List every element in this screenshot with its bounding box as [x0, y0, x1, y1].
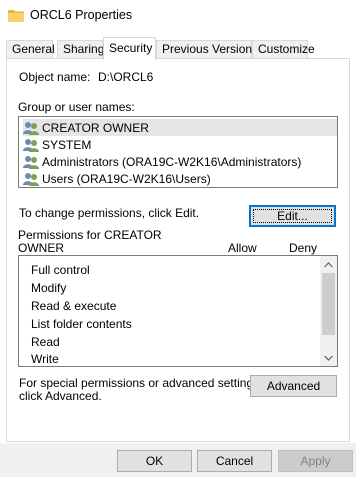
scroll-up-button[interactable]	[320, 256, 337, 273]
tab-customize[interactable]: Customize	[252, 40, 315, 59]
title-bar[interactable]: ORCL6 Properties	[0, 0, 356, 32]
list-item-creator-owner[interactable]: CREATOR OWNER	[23, 119, 337, 136]
object-name-label: Object name:	[19, 70, 91, 84]
user-group-icon	[23, 155, 39, 169]
object-name-value: D:\ORCL6	[98, 70, 154, 84]
permissions-list[interactable]: Full control Modify Read & execute List …	[18, 255, 338, 367]
permission-read-execute: Read & execute	[31, 299, 117, 313]
permission-modify: Modify	[31, 281, 67, 295]
group-name: Users (ORA19C-W2K16\Users)	[42, 171, 211, 186]
scroll-down-button[interactable]	[320, 349, 337, 366]
group-user-list[interactable]: CREATOR OWNER SYSTEM Administrators (ORA…	[18, 116, 338, 188]
folder-icon	[8, 10, 24, 22]
tab-previous-versions[interactable]: Previous Versions	[156, 40, 258, 59]
list-item-system[interactable]: SYSTEM	[23, 136, 91, 153]
window-title: ORCL6 Properties	[30, 8, 133, 22]
list-item-administrators[interactable]: Administrators (ORA19C-W2K16\Administrat…	[23, 153, 301, 170]
user-group-icon	[23, 121, 39, 135]
cancel-button[interactable]: Cancel	[197, 450, 272, 472]
tab-security[interactable]: Security	[103, 37, 156, 60]
edit-button[interactable]: Edit...	[249, 205, 336, 227]
permission-read: Read	[31, 335, 60, 349]
user-group-icon	[23, 138, 39, 152]
allow-header: Allow	[228, 241, 257, 255]
permission-full-control: Full control	[31, 263, 90, 277]
scroll-thumb[interactable]	[322, 273, 335, 335]
ok-button[interactable]: OK	[117, 450, 192, 472]
tab-general[interactable]: General	[6, 40, 55, 59]
permissions-scrollbar[interactable]	[320, 256, 337, 366]
chevron-up-icon	[324, 261, 333, 267]
permission-list-folder-contents: List folder contents	[31, 317, 132, 331]
chevron-down-icon	[324, 355, 333, 361]
group-name: Administrators (ORA19C-W2K16\Administrat…	[42, 154, 302, 169]
permission-write: Write	[31, 352, 59, 366]
user-group-icon	[23, 172, 39, 186]
edit-button-label: Edit...	[253, 209, 332, 223]
tab-strip: General Sharing Security Previous Versio…	[6, 37, 350, 60]
deny-header: Deny	[289, 241, 318, 255]
apply-button[interactable]: Apply	[278, 450, 353, 472]
special-permissions-line1: For special permissions or advanced sett…	[19, 376, 263, 390]
special-permissions-line2: click Advanced.	[19, 389, 102, 403]
group-name: CREATOR OWNER	[42, 120, 149, 135]
tab-sharing[interactable]: Sharing	[57, 40, 104, 59]
group-names-label: Group or user names:	[18, 100, 135, 114]
change-permissions-text: To change permissions, click Edit.	[19, 206, 200, 220]
advanced-button[interactable]: Advanced	[250, 375, 337, 397]
permissions-for-line1: Permissions for CREATOR	[18, 228, 162, 242]
permissions-for-line2: OWNER	[18, 241, 64, 255]
list-item-users[interactable]: Users (ORA19C-W2K16\Users)	[23, 170, 211, 187]
group-name: SYSTEM	[42, 137, 92, 152]
